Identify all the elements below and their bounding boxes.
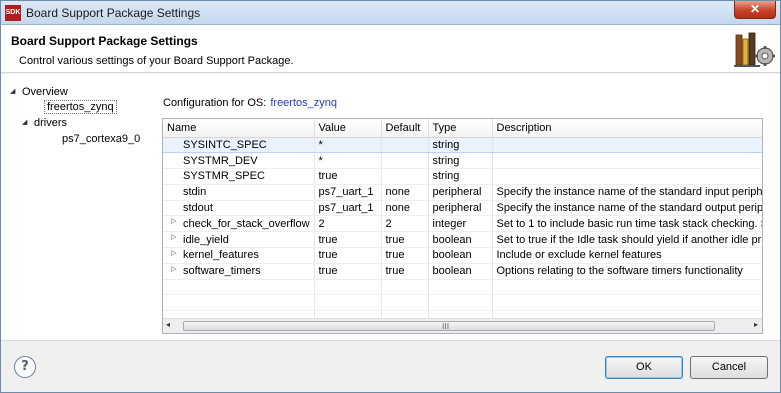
table-row[interactable]: SYSTMR_SPEC true string xyxy=(163,168,762,185)
cell-name: SYSTMR_SPEC xyxy=(163,168,315,185)
table-row[interactable]: stdin ps7_uart_1 none peripheral Specify… xyxy=(163,184,762,201)
expand-row-icon[interactable]: ▷ xyxy=(171,217,176,225)
sdk-app-icon: SDK xyxy=(5,5,21,21)
table-row[interactable]: SYSINTC_SPEC * string xyxy=(163,136,762,154)
cell-description xyxy=(492,168,762,185)
close-button[interactable]: ✕ xyxy=(734,1,776,19)
scroll-left-icon[interactable]: ◂ xyxy=(166,320,170,329)
cell-type: peripheral xyxy=(428,184,493,201)
cell-value[interactable]: true xyxy=(314,247,382,264)
header-title: Board Support Package Settings xyxy=(11,34,198,48)
expand-triangle-icon[interactable]: ◢ xyxy=(10,84,22,100)
cell-type: boolean xyxy=(428,263,493,280)
settings-tree: ◢ Overview freertos_zynq ◢ drivers ps7_cor… xyxy=(8,80,147,336)
column-header-type[interactable]: Type xyxy=(428,119,493,138)
table-header-row: Name Value Default Type Description xyxy=(163,119,762,138)
expand-row-icon[interactable]: ▷ xyxy=(171,265,176,273)
settings-table: Name Value Default Type Description SYSI… xyxy=(162,118,763,334)
cell-description xyxy=(492,136,762,154)
cell-description: Set to true if the Idle task should yiel… xyxy=(492,231,762,249)
column-header-value[interactable]: Value xyxy=(314,119,382,138)
table-row[interactable]: ▷ check_for_stack_overflow 2 2 integer Se… xyxy=(163,215,762,233)
config-os-label: Configuration for OS: freertos_zynq xyxy=(163,97,337,109)
scrollbar-thumb[interactable]: III xyxy=(183,321,715,331)
button-bar: ? OK Cancel xyxy=(1,340,780,392)
cell-type: string xyxy=(428,168,493,185)
cell-type: string xyxy=(428,136,493,154)
cell-type: integer xyxy=(428,215,493,233)
tree-item-ps7-cortexa9-0[interactable]: ps7_cortexa9_0 xyxy=(62,131,140,147)
table-row[interactable]: ▷ idle_yield true true boolean Set to tru… xyxy=(163,231,762,249)
horizontal-scrollbar[interactable]: ◂ III ▸ xyxy=(163,318,762,333)
cell-description xyxy=(492,152,762,170)
cell-type: boolean xyxy=(428,231,493,249)
config-os-value: freertos_zynq xyxy=(270,97,337,109)
column-header-description[interactable]: Description xyxy=(492,119,762,138)
cell-value[interactable]: true xyxy=(314,263,382,280)
empty-row xyxy=(163,279,762,296)
dialog-header: Board Support Package Settings Control v… xyxy=(1,25,780,73)
cell-name: ▷ idle_yield xyxy=(163,231,315,249)
cell-value[interactable]: ps7_uart_1 xyxy=(314,200,382,217)
help-icon[interactable]: ? xyxy=(14,356,36,378)
cell-value[interactable]: true xyxy=(314,231,382,249)
table-row[interactable]: SYSTMR_DEV * string xyxy=(163,152,762,170)
cell-name: SYSTMR_DEV xyxy=(163,152,315,170)
table-row[interactable]: ▷ kernel_features true true boolean Inclu… xyxy=(163,247,762,264)
cell-default: true xyxy=(381,263,429,280)
cell-default: none xyxy=(381,200,429,217)
empty-row xyxy=(163,294,762,312)
table-row[interactable]: stdout ps7_uart_1 none peripheral Specif… xyxy=(163,200,762,217)
cell-description: Set to 1 to include basic run time task … xyxy=(492,215,762,233)
books-gear-icon xyxy=(734,32,775,67)
expand-triangle-icon[interactable]: ◢ xyxy=(22,115,34,131)
cell-default: none xyxy=(381,184,429,201)
header-description: Control various settings of your Board S… xyxy=(19,55,294,67)
cell-name: ▷ software_timers xyxy=(163,263,315,280)
cell-name: ▷ check_for_stack_overflow xyxy=(163,215,315,233)
cell-default: 2 xyxy=(381,215,429,233)
window-title: Board Support Package Settings xyxy=(26,6,201,20)
tree-item-freertos-zynq[interactable]: freertos_zynq xyxy=(44,99,117,115)
cell-default: true xyxy=(381,231,429,249)
cell-default: true xyxy=(381,247,429,264)
title-bar[interactable]: SDK Board Support Package Settings ✕ xyxy=(1,1,780,25)
body-area: ◢ Overview freertos_zynq ◢ drivers ps7_cor… xyxy=(1,74,780,340)
cell-default xyxy=(381,152,429,170)
cell-type: string xyxy=(428,152,493,170)
tree-item-drivers[interactable]: ◢ drivers xyxy=(22,115,67,131)
cell-value[interactable]: true xyxy=(314,168,382,185)
cell-type: boolean xyxy=(428,247,493,264)
tree-item-overview[interactable]: ◢ Overview xyxy=(10,84,68,100)
cell-description: Include or exclude kernel features xyxy=(492,247,762,264)
column-header-name[interactable]: Name xyxy=(163,119,315,138)
cancel-button[interactable]: Cancel xyxy=(690,356,768,379)
expand-row-icon[interactable]: ▷ xyxy=(171,233,176,241)
cell-value[interactable]: * xyxy=(314,136,382,154)
cell-value[interactable]: * xyxy=(314,152,382,170)
cell-default xyxy=(381,168,429,185)
cell-name: SYSINTC_SPEC xyxy=(163,136,315,154)
dialog-window: SDK Board Support Package Settings ✕ Boa… xyxy=(0,0,781,393)
table-row[interactable]: ▷ software_timers true true boolean Optio… xyxy=(163,263,762,280)
cell-name: stdin xyxy=(163,184,315,201)
scroll-right-icon[interactable]: ▸ xyxy=(754,320,758,329)
cell-default xyxy=(381,136,429,154)
cell-value[interactable]: ps7_uart_1 xyxy=(314,184,382,201)
cell-value[interactable]: 2 xyxy=(314,215,382,233)
cell-name: ▷ kernel_features xyxy=(163,247,315,264)
cell-description: Specify the instance name of the standar… xyxy=(492,184,762,201)
cell-name: stdout xyxy=(163,200,315,217)
grip-icon: III xyxy=(442,322,450,331)
cell-description: Options relating to the software timers … xyxy=(492,263,762,280)
ok-button[interactable]: OK xyxy=(605,356,683,379)
expand-row-icon[interactable]: ▷ xyxy=(171,249,176,257)
cell-description: Specify the instance name of the standar… xyxy=(492,200,762,217)
cell-type: peripheral xyxy=(428,200,493,217)
column-header-default[interactable]: Default xyxy=(381,119,429,138)
